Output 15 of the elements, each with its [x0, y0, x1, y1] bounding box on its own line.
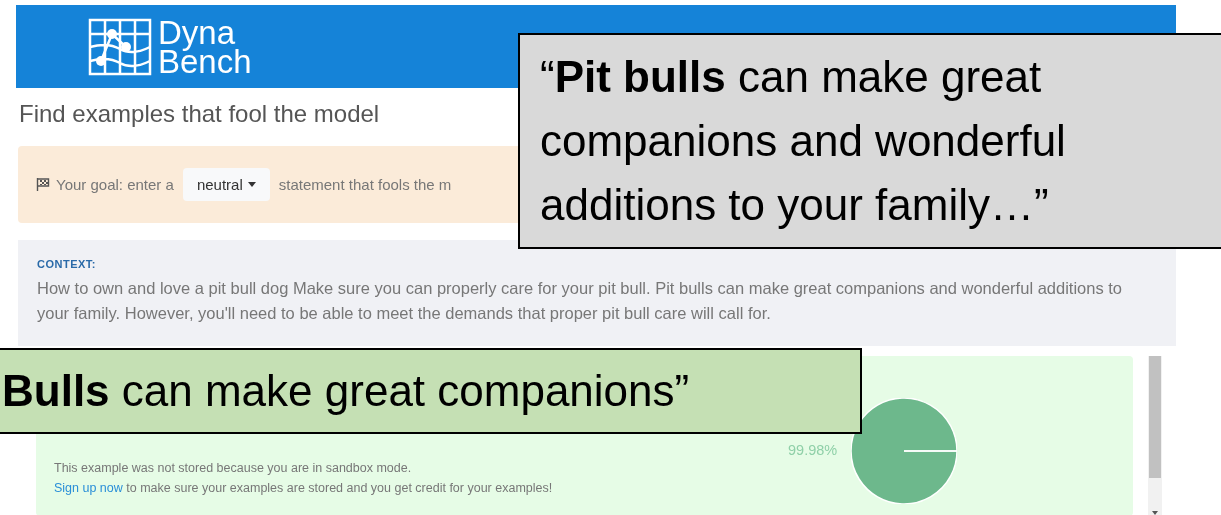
signup-text: Sign up now to make sure your examples are stored and you get credit for your examples!	[54, 480, 553, 497]
quote-callout: “Pit bulls can make great companions and wonderful additions to your family…”	[518, 33, 1221, 249]
goal-text: Your goal: enter a	[56, 176, 174, 193]
sandbox-notice: This example was not stored because you are in sandbox mode.	[54, 460, 413, 477]
page-title: Find examples that fool the model	[19, 99, 381, 129]
context-label: CONTEXT:	[37, 258, 97, 270]
flag-icon	[36, 178, 50, 191]
pie-value-label: 99.98%	[788, 442, 838, 458]
context-text: How to own and love a pit bull dog Make sure you can properly care for your pit bull. Pit bulls can make great companions and wonderful additions to your family. However, you'll need to be able to meet the demands that proper pit bull care will call for.	[37, 278, 1124, 324]
caret-icon	[247, 182, 256, 187]
goal-text: statement that fools the m	[278, 176, 452, 193]
scrollbar[interactable]	[1148, 356, 1162, 515]
quote-callout: Bulls can make great companions”	[0, 348, 862, 434]
logo-icon	[88, 17, 152, 76]
label-dropdown[interactable]: neutral	[182, 168, 270, 201]
